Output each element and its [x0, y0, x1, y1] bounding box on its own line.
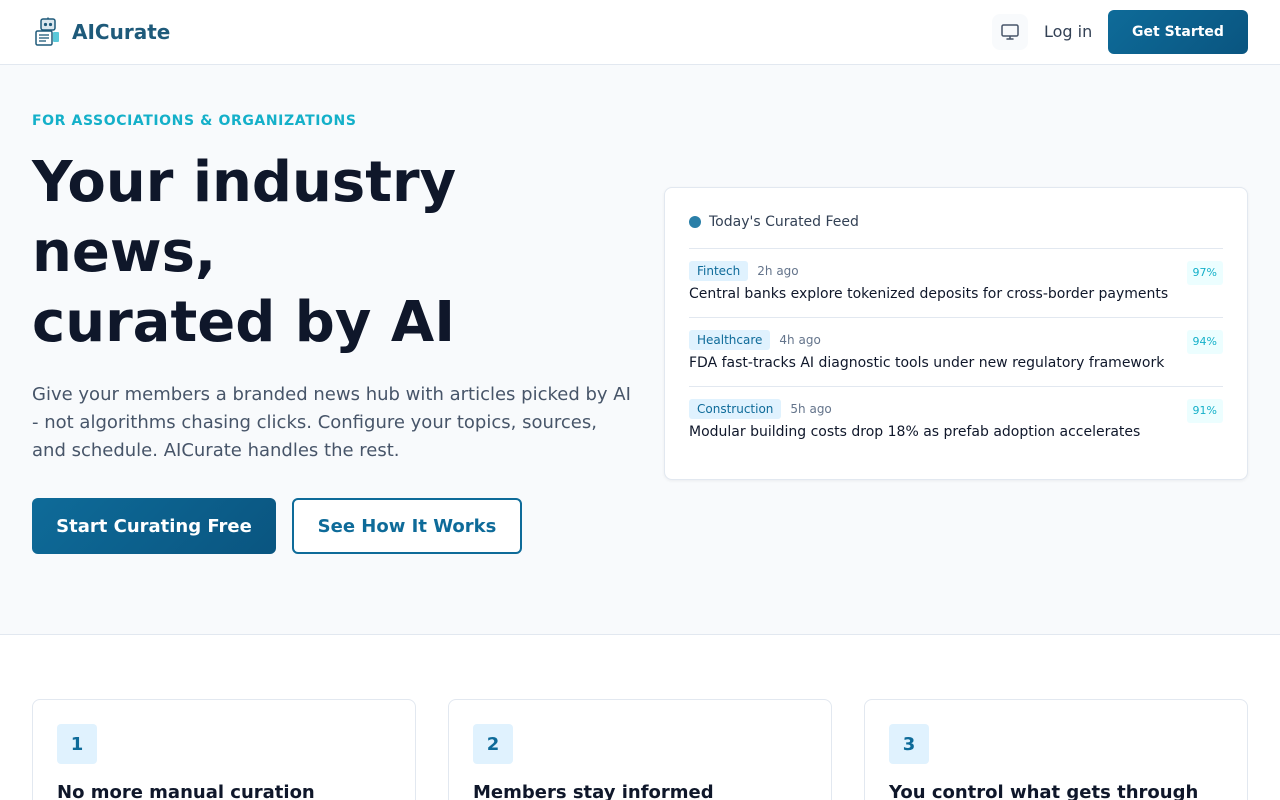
feature-card: 2 Members stay informed	[448, 699, 832, 800]
brand-logo[interactable]: AICurate	[32, 16, 170, 48]
feed-item[interactable]: Fintech 2h ago Central banks explore tok…	[689, 248, 1223, 317]
hero-title-line-2: news,	[32, 220, 217, 285]
curated-feed-card: Today's Curated Feed Fintech 2h ago Cent…	[664, 187, 1248, 480]
site-header: AICurate Log in Get Started	[0, 0, 1280, 65]
feature-card: 3 You control what gets through	[864, 699, 1248, 800]
start-curating-button[interactable]: Start Curating Free	[32, 498, 276, 554]
feature-card: 1 No more manual curation	[32, 699, 416, 800]
relevance-score-badge: 97%	[1186, 261, 1223, 285]
feature-number-badge: 2	[473, 724, 513, 764]
feed-item-meta: Healthcare 4h ago	[689, 330, 821, 350]
feature-number-badge: 3	[889, 724, 929, 764]
theme-toggle-button[interactable]	[992, 14, 1028, 50]
category-tag: Construction	[689, 399, 782, 419]
hero-subtitle: Give your members a branded news hub wit…	[32, 384, 631, 461]
feed-item[interactable]: Construction 5h ago Modular building cos…	[689, 386, 1223, 455]
feed-headline: Modular building costs drop 18% as prefa…	[689, 424, 1141, 440]
hero-eyebrow: FOR ASSOCIATIONS & ORGANIZATIONS	[32, 113, 357, 129]
hero-title: Your industry news, curated by AI	[32, 148, 632, 358]
timestamp: 2h ago	[757, 264, 799, 278]
feed-header: Today's Curated Feed	[689, 212, 859, 232]
category-tag: Healthcare	[689, 330, 771, 350]
relevance-score-badge: 94%	[1186, 330, 1223, 354]
feed-item-meta: Fintech 2h ago	[689, 261, 799, 281]
feed-title: Today's Curated Feed	[709, 214, 859, 230]
feed-item[interactable]: Healthcare 4h ago FDA fast-tracks AI dia…	[689, 317, 1223, 386]
feed-headline: FDA fast-tracks AI diagnostic tools unde…	[689, 355, 1165, 371]
feature-number-badge: 1	[57, 724, 97, 764]
timestamp: 4h ago	[779, 333, 821, 347]
feature-title: No more manual curation	[57, 782, 315, 800]
feature-title: Members stay informed	[473, 782, 714, 800]
feature-title: You control what gets through	[889, 782, 1199, 800]
see-how-it-works-button[interactable]: See How It Works	[292, 498, 522, 554]
feed-item-meta: Construction 5h ago	[689, 399, 832, 419]
monitor-icon	[1001, 24, 1019, 40]
login-link[interactable]: Log in	[1044, 20, 1092, 44]
timestamp: 5h ago	[790, 402, 832, 416]
get-started-button[interactable]: Get Started	[1108, 10, 1248, 54]
relevance-score-badge: 91%	[1186, 399, 1223, 423]
feed-headline: Central banks explore tokenized deposits…	[689, 286, 1169, 302]
hero-title-line-3: curated by AI	[32, 290, 456, 355]
robot-newspaper-icon	[35, 17, 59, 46]
brand-name: AICurate	[72, 20, 171, 44]
category-tag: Fintech	[689, 261, 749, 281]
hero-title-line-1: Your industry	[32, 150, 457, 215]
live-dot-icon	[689, 216, 701, 228]
